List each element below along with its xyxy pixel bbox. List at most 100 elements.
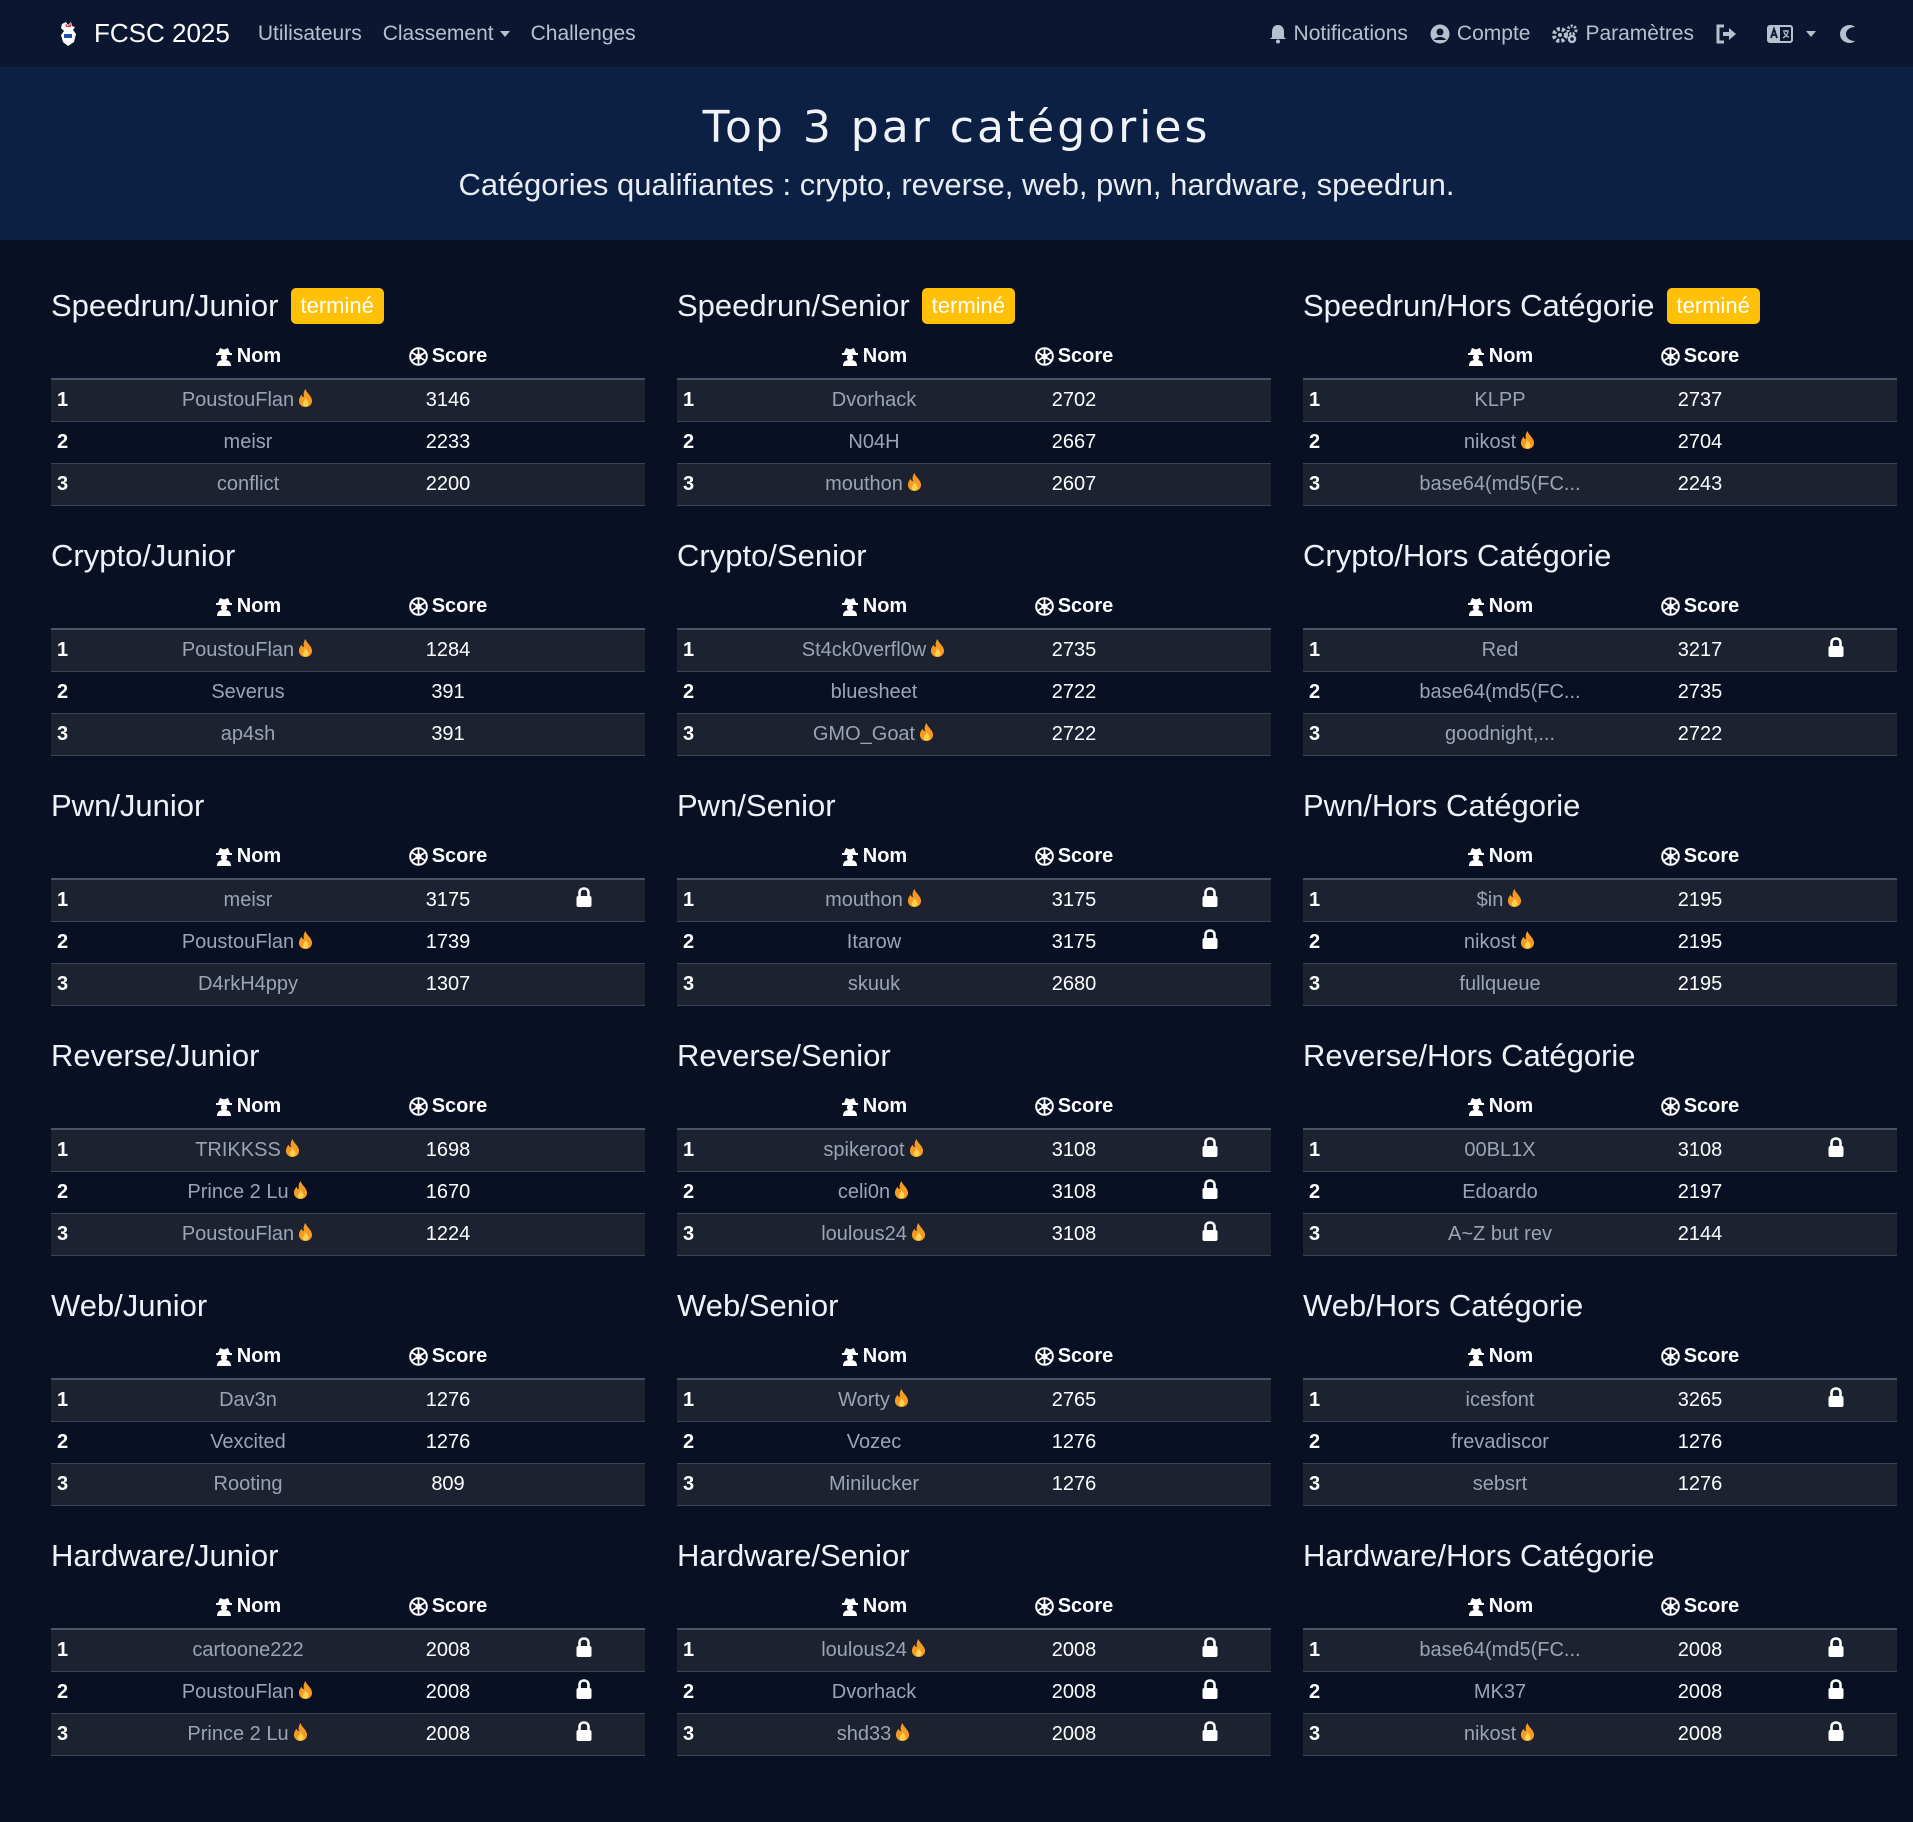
player-name-cell[interactable]: St4ck0verfl0w xyxy=(749,629,999,672)
player-name-cell[interactable]: D4rkH4ppy xyxy=(123,963,373,1006)
player-name[interactable]: Itarow xyxy=(847,931,901,953)
language-dropdown[interactable] xyxy=(1767,24,1816,43)
player-name-cell[interactable]: Worty xyxy=(749,1379,999,1422)
player-name[interactable]: shd33 xyxy=(837,1723,892,1745)
player-name-cell[interactable]: PoustouFlan xyxy=(123,921,373,964)
player-name[interactable]: 00BL1X xyxy=(1464,1139,1535,1161)
player-name-cell[interactable]: base64(md5(FC... xyxy=(1375,671,1625,714)
player-name-cell[interactable]: Prince 2 Lu xyxy=(123,1713,373,1756)
player-name[interactable]: spikeroot xyxy=(823,1139,904,1161)
player-name[interactable]: PoustouFlan xyxy=(182,389,294,411)
player-name-cell[interactable]: N04H xyxy=(749,421,999,464)
player-name[interactable]: Prince 2 Lu xyxy=(187,1181,288,1203)
dark-mode-toggle[interactable] xyxy=(1838,24,1863,44)
player-name[interactable]: PoustouFlan xyxy=(182,1223,294,1245)
player-name[interactable]: ap4sh xyxy=(221,723,276,745)
player-name[interactable]: GMO_Goat xyxy=(813,723,915,745)
player-name[interactable]: nikost xyxy=(1464,431,1516,453)
player-name-cell[interactable]: Vozec xyxy=(749,1421,999,1464)
nav-challenges[interactable]: Challenges xyxy=(531,22,636,46)
player-name-cell[interactable]: Vexcited xyxy=(123,1421,373,1464)
player-name[interactable]: D4rkH4ppy xyxy=(198,973,298,995)
player-name[interactable]: skuuk xyxy=(848,973,900,995)
player-name[interactable]: Edoardo xyxy=(1462,1181,1538,1203)
player-name-cell[interactable]: cartoone222 xyxy=(123,1629,373,1672)
player-name-cell[interactable]: nikost xyxy=(1375,1713,1625,1756)
player-name-cell[interactable]: bluesheet xyxy=(749,671,999,714)
player-name[interactable]: Dav3n xyxy=(219,1389,277,1411)
player-name[interactable]: Vexcited xyxy=(210,1431,286,1453)
player-name-cell[interactable]: PoustouFlan xyxy=(123,1671,373,1714)
player-name-cell[interactable]: meisr xyxy=(123,421,373,464)
player-name-cell[interactable]: Dav3n xyxy=(123,1379,373,1422)
player-name[interactable]: base64(md5(FC... xyxy=(1419,473,1580,495)
player-name[interactable]: nikost xyxy=(1464,931,1516,953)
player-name-cell[interactable]: celi0n xyxy=(749,1171,999,1214)
nav-settings[interactable]: Paramètres xyxy=(1552,22,1694,46)
player-name-cell[interactable]: A~Z but rev xyxy=(1375,1213,1625,1256)
player-name[interactable]: meisr xyxy=(224,889,273,911)
player-name[interactable]: Red xyxy=(1482,639,1519,661)
player-name-cell[interactable]: Severus xyxy=(123,671,373,714)
brand-link[interactable]: FCSC 2025 xyxy=(56,18,230,49)
player-name[interactable]: mouthon xyxy=(825,473,903,495)
player-name-cell[interactable]: base64(md5(FC... xyxy=(1375,463,1625,506)
player-name[interactable]: MK37 xyxy=(1474,1681,1526,1703)
player-name[interactable]: St4ck0verfl0w xyxy=(802,639,927,661)
player-name[interactable]: cartoone222 xyxy=(192,1639,303,1661)
player-name-cell[interactable]: PoustouFlan xyxy=(123,379,373,422)
player-name-cell[interactable]: icesfont xyxy=(1375,1379,1625,1422)
player-name[interactable]: PoustouFlan xyxy=(182,1681,294,1703)
player-name[interactable]: N04H xyxy=(848,431,899,453)
player-name-cell[interactable]: Dvorhack xyxy=(749,1671,999,1714)
player-name[interactable]: goodnight,... xyxy=(1445,723,1555,745)
player-name[interactable]: A~Z but rev xyxy=(1448,1223,1552,1245)
player-name[interactable]: $in xyxy=(1477,889,1504,911)
player-name[interactable]: PoustouFlan xyxy=(182,639,294,661)
player-name-cell[interactable]: Rooting xyxy=(123,1463,373,1506)
player-name-cell[interactable]: Prince 2 Lu xyxy=(123,1171,373,1214)
player-name[interactable]: base64(md5(FC... xyxy=(1419,1639,1580,1661)
player-name[interactable]: mouthon xyxy=(825,889,903,911)
player-name-cell[interactable]: 00BL1X xyxy=(1375,1129,1625,1172)
player-name-cell[interactable]: frevadiscor xyxy=(1375,1421,1625,1464)
player-name[interactable]: Severus xyxy=(211,681,284,703)
player-name-cell[interactable]: PoustouFlan xyxy=(123,1213,373,1256)
player-name-cell[interactable]: Minilucker xyxy=(749,1463,999,1506)
player-name[interactable]: frevadiscor xyxy=(1451,1431,1549,1453)
nav-account[interactable]: Compte xyxy=(1430,22,1530,46)
player-name-cell[interactable]: fullqueue xyxy=(1375,963,1625,1006)
player-name-cell[interactable]: PoustouFlan xyxy=(123,629,373,672)
player-name-cell[interactable]: mouthon xyxy=(749,879,999,922)
logout-button[interactable] xyxy=(1716,24,1745,44)
player-name-cell[interactable]: base64(md5(FC... xyxy=(1375,1629,1625,1672)
player-name-cell[interactable]: nikost xyxy=(1375,421,1625,464)
player-name[interactable]: Minilucker xyxy=(829,1473,919,1495)
player-name-cell[interactable]: skuuk xyxy=(749,963,999,1006)
player-name-cell[interactable]: $in xyxy=(1375,879,1625,922)
player-name-cell[interactable]: GMO_Goat xyxy=(749,713,999,756)
nav-ranking-dropdown[interactable]: Classement xyxy=(383,22,510,46)
player-name[interactable]: nikost xyxy=(1464,1723,1516,1745)
nav-users[interactable]: Utilisateurs xyxy=(258,22,362,46)
player-name-cell[interactable]: Edoardo xyxy=(1375,1171,1625,1214)
player-name[interactable]: KLPP xyxy=(1474,389,1525,411)
player-name-cell[interactable]: shd33 xyxy=(749,1713,999,1756)
nav-notifications[interactable]: Notifications xyxy=(1269,22,1408,46)
player-name-cell[interactable]: conflict xyxy=(123,463,373,506)
player-name[interactable]: fullqueue xyxy=(1459,973,1540,995)
player-name-cell[interactable]: loulous24 xyxy=(749,1213,999,1256)
player-name[interactable]: conflict xyxy=(217,473,279,495)
player-name-cell[interactable]: nikost xyxy=(1375,921,1625,964)
player-name[interactable]: loulous24 xyxy=(821,1639,907,1661)
player-name-cell[interactable]: sebsrt xyxy=(1375,1463,1625,1506)
player-name[interactable]: Dvorhack xyxy=(832,389,916,411)
player-name[interactable]: sebsrt xyxy=(1473,1473,1527,1495)
player-name[interactable]: meisr xyxy=(224,431,273,453)
player-name-cell[interactable]: meisr xyxy=(123,879,373,922)
player-name[interactable]: Prince 2 Lu xyxy=(187,1723,288,1745)
player-name[interactable]: icesfont xyxy=(1466,1389,1535,1411)
player-name-cell[interactable]: Itarow xyxy=(749,921,999,964)
player-name[interactable]: PoustouFlan xyxy=(182,931,294,953)
player-name-cell[interactable]: Red xyxy=(1375,629,1625,672)
